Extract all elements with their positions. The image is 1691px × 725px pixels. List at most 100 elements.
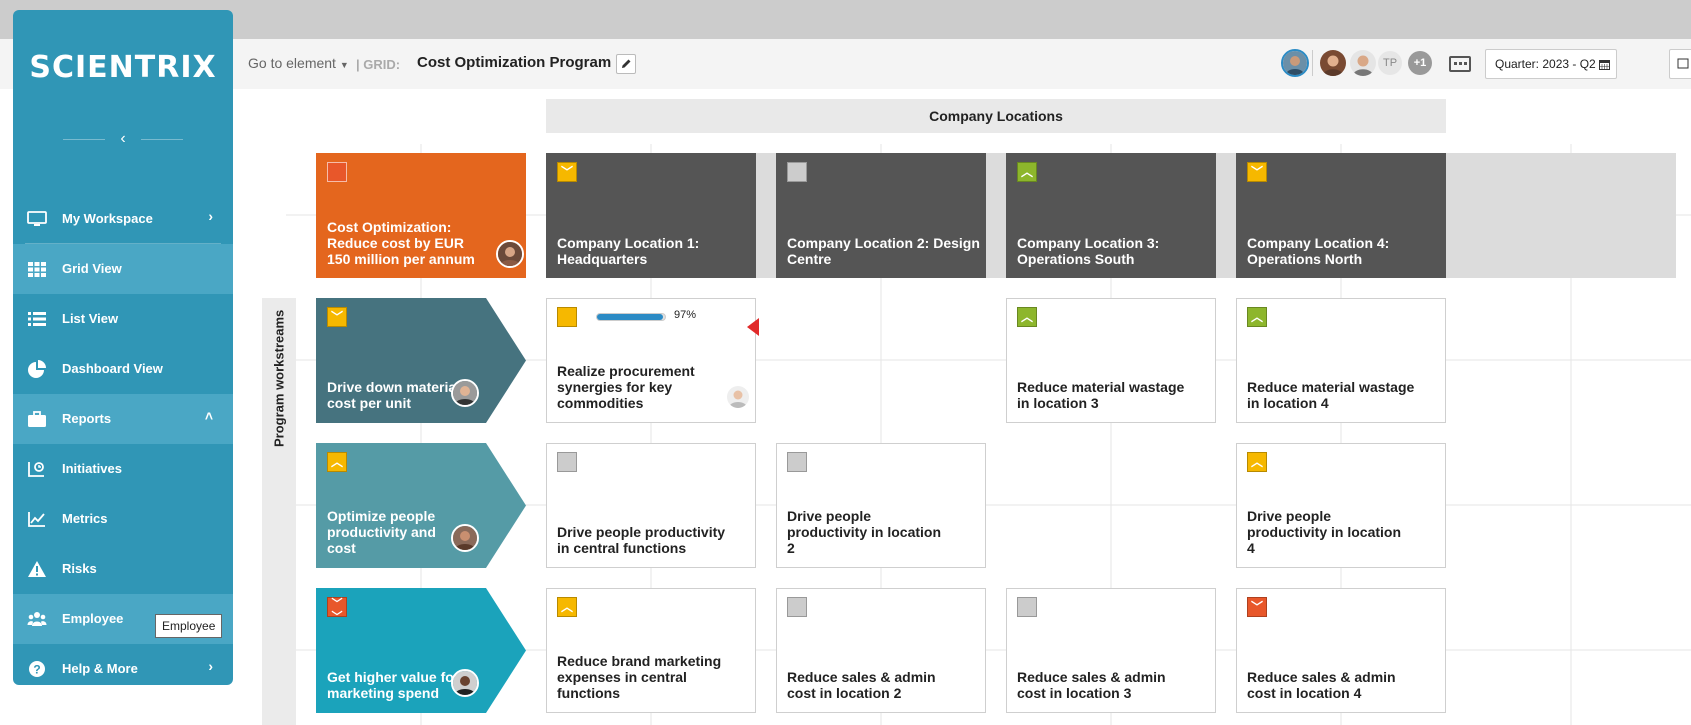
sidebar-item-metrics[interactable]: Metrics — [13, 494, 233, 544]
owner-avatar[interactable] — [451, 379, 479, 407]
help-icon: ? — [29, 661, 45, 677]
initiative-card[interactable]: ︿ Reduce material wastage in location 4 — [1236, 298, 1446, 423]
objective-title: Cost Optimization: Reduce cost by EUR 15… — [327, 219, 475, 267]
sidebar-item-help[interactable]: ? Help & More › — [13, 644, 233, 685]
chevron-up-icon: ︿ — [330, 455, 343, 469]
chevron-up-icon: ︿ — [1250, 455, 1263, 469]
pie-chart-icon — [28, 360, 46, 378]
sidebar-item-grid-view[interactable]: Grid View — [13, 244, 233, 294]
window-toggle-button[interactable] — [1669, 49, 1691, 79]
chevron-right-icon: › — [208, 658, 213, 674]
status-indicator[interactable] — [327, 162, 347, 182]
person-photo-icon — [1350, 50, 1376, 76]
status-indicator[interactable]: ︿ — [1247, 452, 1267, 472]
sidebar-item-initiatives[interactable]: Initiatives — [13, 444, 233, 494]
status-indicator[interactable] — [787, 597, 807, 617]
chevron-up-icon: ︿ — [1250, 310, 1263, 324]
status-indicator[interactable] — [557, 307, 577, 327]
corner-objective[interactable]: Cost Optimization: Reduce cost by EUR 15… — [316, 153, 526, 278]
column-header[interactable]: ﹀ Company Location 4: Operations North — [1236, 153, 1446, 278]
status-indicator[interactable]: ︿ — [1017, 307, 1037, 327]
status-indicator[interactable]: ﹀ ﹀ — [327, 597, 347, 623]
flag-marker-icon[interactable] — [747, 318, 759, 336]
grid-icon — [28, 262, 46, 277]
initiatives-icon — [28, 462, 44, 477]
sidebar-item-reports[interactable]: Reports ˄ — [13, 394, 233, 444]
owner-avatar[interactable] — [451, 669, 479, 697]
list-icon — [28, 312, 46, 326]
sidebar: SCIENTRIX ‹ My Workspace › Grid View Lis… — [13, 10, 233, 685]
column-title: Company Location 3: Operations South — [1017, 235, 1160, 267]
go-to-element-label: Go to element — [248, 55, 336, 71]
person-photo-icon — [453, 381, 477, 405]
initiative-card[interactable]: ︿ Reduce material wastage in location 3 — [1006, 298, 1216, 423]
quarter-selector[interactable]: Quarter: 2023 - Q2 — [1485, 49, 1617, 79]
status-indicator[interactable]: ﹀ — [557, 162, 577, 182]
collaborator-avatar[interactable] — [1350, 50, 1376, 76]
status-indicator[interactable] — [787, 452, 807, 472]
grid-label: | GRID: — [356, 57, 401, 72]
card-title: Drive people productivity in central fun… — [557, 524, 726, 556]
status-indicator[interactable] — [787, 162, 807, 182]
row-header[interactable]: ︿ Optimize people productivity and cost — [316, 443, 526, 568]
chevron-up-icon: ︿ — [1020, 165, 1033, 179]
person-photo-icon — [453, 526, 477, 550]
status-indicator[interactable] — [1017, 597, 1037, 617]
status-indicator[interactable]: ﹀ — [1247, 162, 1267, 182]
initiative-card[interactable]: ︿ Reduce brand marketing expenses in cen… — [546, 588, 756, 713]
line-chart-icon — [28, 512, 45, 527]
owner-avatar[interactable] — [725, 384, 751, 410]
more-options-icon[interactable] — [1449, 56, 1471, 72]
card-title: Reduce brand marketing expenses in centr… — [557, 653, 722, 701]
row-header[interactable]: ﹀ Drive down material cost per unit — [316, 298, 526, 423]
more-collaborators-badge[interactable]: +1 — [1408, 51, 1432, 75]
collaborator-initials[interactable]: TP — [1378, 51, 1402, 75]
sidebar-item-label: Initiatives — [62, 461, 122, 476]
status-indicator[interactable] — [557, 452, 577, 472]
sidebar-item-list-view[interactable]: List View — [13, 294, 233, 344]
card-title: Reduce sales & admin cost in location 2 — [787, 669, 936, 701]
edit-title-button[interactable] — [616, 54, 636, 74]
status-indicator[interactable]: ︿ — [557, 597, 577, 617]
card-title: Reduce sales & admin cost in location 4 — [1247, 669, 1396, 701]
initiative-card[interactable]: ﹀ Reduce sales & admin cost in location … — [1236, 588, 1446, 713]
status-indicator[interactable]: ︿ — [1017, 162, 1037, 182]
sidebar-item-dashboard-view[interactable]: Dashboard View — [13, 344, 233, 394]
go-to-element-dropdown[interactable]: Go to element ▼ — [248, 55, 349, 71]
initiative-card[interactable]: Reduce sales & admin cost in location 2 — [776, 588, 986, 713]
avatar-separator — [1312, 50, 1313, 76]
sidebar-item-my-workspace[interactable]: My Workspace › — [13, 194, 233, 244]
window-top-strip — [0, 0, 1691, 39]
status-indicator[interactable]: ︿ — [1247, 307, 1267, 327]
initiative-card[interactable]: Drive people productivity in central fun… — [546, 443, 756, 568]
warning-icon — [28, 561, 46, 577]
row-header[interactable]: ﹀ ﹀ Get higher value for marketing spend — [316, 588, 526, 713]
collapse-sidebar-button[interactable]: ‹ — [63, 128, 183, 150]
sidebar-item-risks[interactable]: Risks — [13, 544, 233, 594]
initiative-card[interactable]: Drive people productivity in location 2 — [776, 443, 986, 568]
column-header[interactable]: Company Location 2: Design Centre — [776, 153, 986, 278]
calendar-icon — [1599, 60, 1610, 70]
status-indicator[interactable]: ﹀ — [327, 307, 347, 327]
sidebar-item-label: Dashboard View — [62, 361, 163, 376]
initiative-card[interactable]: 97% Realize procurement synergies for ke… — [546, 298, 756, 423]
app-logo: SCIENTRIX — [29, 50, 217, 85]
chevron-down-icon: ﹀ — [1250, 600, 1263, 614]
collaborator-avatar[interactable] — [1320, 50, 1346, 76]
status-indicator[interactable]: ︿ — [327, 452, 347, 472]
svg-text:?: ? — [33, 663, 40, 677]
column-header[interactable]: ﹀ Company Location 1: Headquarters — [546, 153, 756, 278]
pencil-icon — [622, 59, 631, 68]
initiative-card[interactable]: ︿ Drive people productivity in location … — [1236, 443, 1446, 568]
owner-avatar[interactable] — [451, 524, 479, 552]
sidebar-item-label: Grid View — [62, 261, 122, 276]
initiative-card[interactable]: Reduce sales & admin cost in location 3 — [1006, 588, 1216, 713]
owner-avatar[interactable] — [496, 240, 524, 268]
quarter-label: Quarter: 2023 - Q2 — [1495, 57, 1596, 71]
current-user-avatar[interactable] — [1281, 49, 1309, 77]
status-indicator[interactable]: ﹀ — [1247, 597, 1267, 617]
tooltip: Employee — [155, 614, 223, 638]
sidebar-item-label: Help & More — [62, 661, 138, 676]
column-header[interactable]: ︿ Company Location 3: Operations South — [1006, 153, 1216, 278]
sidebar-item-label: Risks — [62, 561, 97, 576]
